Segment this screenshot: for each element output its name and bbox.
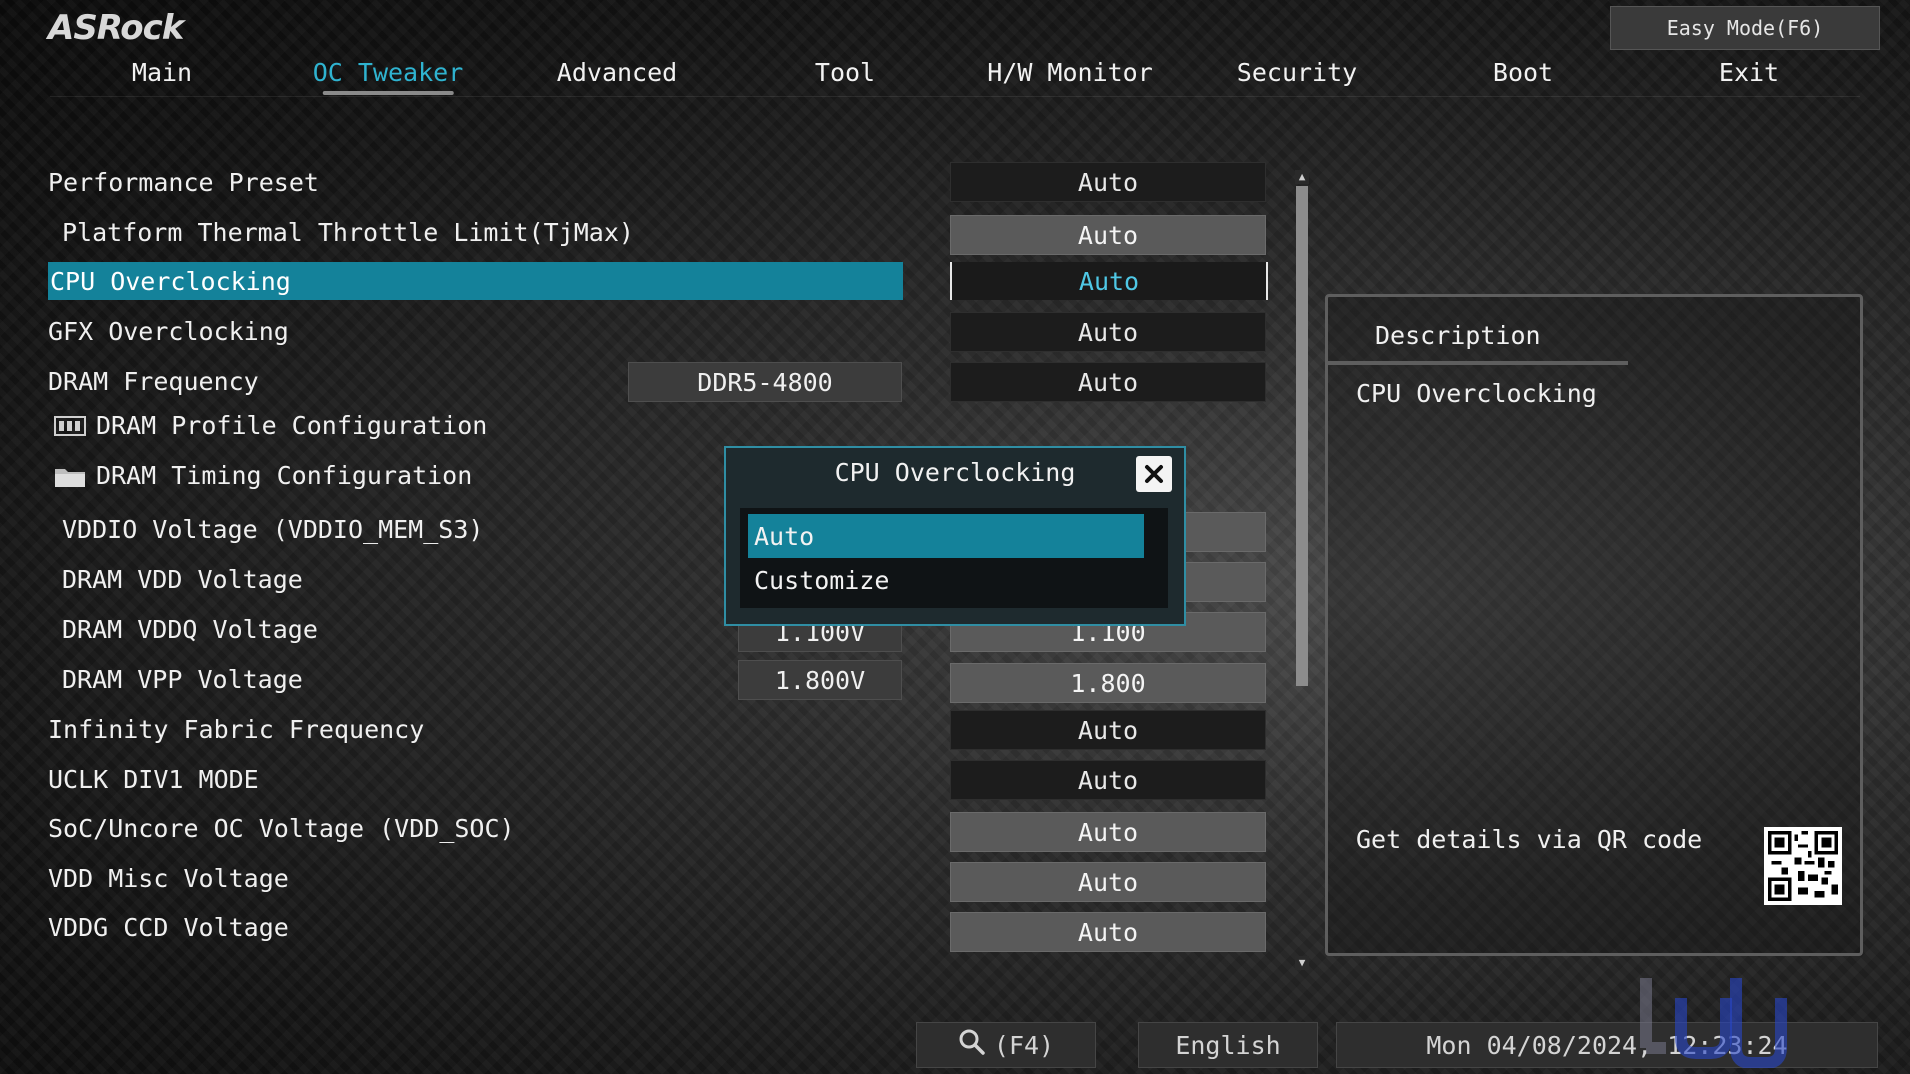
vdd-misc-value[interactable]: Auto xyxy=(950,862,1266,902)
uclk-div1-value[interactable]: Auto xyxy=(950,760,1266,800)
popup-option-list: Auto Customize xyxy=(740,508,1168,608)
tab-main[interactable]: Main xyxy=(132,58,192,87)
thermal-throttle-value[interactable]: Auto xyxy=(950,215,1266,255)
top-menu-tabs: Main OC Tweaker Advanced Tool H/W Monito… xyxy=(50,58,1860,97)
scrollbar-thumb[interactable] xyxy=(1296,186,1308,686)
tab-security[interactable]: Security xyxy=(1237,58,1357,87)
description-title: Description xyxy=(1375,321,1541,350)
tab-boot[interactable]: Boot xyxy=(1493,58,1553,87)
settings-scrollbar[interactable]: ▲ ▼ xyxy=(1295,170,1311,970)
language-button[interactable]: English xyxy=(1138,1022,1318,1068)
dram-frequency-current: DDR5-4800 xyxy=(628,362,902,402)
dram-profile-label: DRAM Profile Configuration xyxy=(96,410,488,440)
submenu-dram-timing[interactable]: DRAM Timing Configuration xyxy=(54,456,472,494)
tab-oc-tweaker[interactable]: OC Tweaker xyxy=(313,58,463,95)
setting-dram-vddq-voltage[interactable]: DRAM VDDQ Voltage xyxy=(62,610,318,648)
description-divider xyxy=(1328,361,1628,365)
qr-code-icon xyxy=(1764,827,1842,905)
tab-advanced[interactable]: Advanced xyxy=(557,58,677,87)
dram-timing-label: DRAM Timing Configuration xyxy=(96,460,473,490)
submenu-dram-profile[interactable]: DRAM Profile Configuration xyxy=(54,406,487,444)
popup-option-auto[interactable]: Auto xyxy=(748,514,1144,558)
setting-gfx-overclocking[interactable]: GFX Overclocking xyxy=(48,312,289,350)
setting-thermal-throttle[interactable]: Platform Thermal Throttle Limit(TjMax) xyxy=(62,213,634,251)
scroll-down-arrow-icon[interactable]: ▼ xyxy=(1295,956,1309,970)
gfx-overclocking-value[interactable]: Auto xyxy=(950,312,1266,352)
qr-code-label: Get details via QR code xyxy=(1356,825,1703,854)
tab-tool[interactable]: Tool xyxy=(815,58,875,87)
popup-option-customize[interactable]: Customize xyxy=(748,558,1144,602)
setting-soc-voltage[interactable]: SoC/Uncore OC Voltage (VDD_SOC) xyxy=(48,809,515,847)
dram-vpp-voltage-value[interactable]: 1.800 xyxy=(950,663,1266,703)
search-shortcut-label: (F4) xyxy=(993,1030,1055,1060)
soc-voltage-value[interactable]: Auto xyxy=(950,812,1266,852)
tab-exit[interactable]: Exit xyxy=(1719,58,1779,87)
setting-vdd-misc[interactable]: VDD Misc Voltage xyxy=(48,859,289,897)
close-icon[interactable] xyxy=(1136,456,1172,492)
setting-vddio-voltage[interactable]: VDDIO Voltage (VDDIO_MEM_S3) xyxy=(62,510,483,548)
cpu-overclocking-value[interactable]: Auto xyxy=(950,262,1268,300)
setting-dram-frequency[interactable]: DRAM Frequency xyxy=(48,362,259,400)
setting-infinity-fabric[interactable]: Infinity Fabric Frequency xyxy=(48,710,424,748)
description-text: CPU Overclocking xyxy=(1356,379,1597,408)
cpu-overclocking-popup: CPU Overclocking Auto Customize xyxy=(724,446,1186,626)
performance-preset-value[interactable]: Auto xyxy=(950,162,1266,202)
scroll-up-arrow-icon[interactable]: ▲ xyxy=(1295,170,1309,184)
setting-cpu-overclocking[interactable]: CPU Overclocking xyxy=(48,262,903,300)
tab-hw-monitor[interactable]: H/W Monitor xyxy=(987,58,1153,87)
brand-logo: ASRock xyxy=(48,8,184,48)
folder-icon xyxy=(54,464,85,487)
setting-uclk-div1[interactable]: UCLK DIV1 MODE xyxy=(48,760,259,798)
search-icon xyxy=(958,1028,986,1062)
popup-title: CPU Overclocking xyxy=(834,458,1076,487)
setting-performance-preset[interactable]: Performance Preset xyxy=(48,163,319,201)
datetime-display: Mon 04/08/2024, 12:23:24 xyxy=(1336,1022,1878,1068)
easy-mode-button[interactable]: Easy Mode(F6) xyxy=(1610,6,1880,50)
dram-frequency-value[interactable]: Auto xyxy=(950,362,1266,402)
memory-module-icon xyxy=(54,414,86,436)
infinity-fabric-value[interactable]: Auto xyxy=(950,710,1266,750)
dram-vpp-current: 1.800V xyxy=(738,660,902,700)
search-button[interactable]: (F4) xyxy=(916,1022,1096,1068)
description-panel: Description CPU Overclocking Get details… xyxy=(1325,294,1863,956)
setting-dram-vdd-voltage[interactable]: DRAM VDD Voltage xyxy=(62,560,303,598)
setting-dram-vpp-voltage[interactable]: DRAM VPP Voltage xyxy=(62,660,303,698)
setting-vddg-ccd[interactable]: VDDG CCD Voltage xyxy=(48,908,289,946)
vddg-ccd-value[interactable]: Auto xyxy=(950,912,1266,952)
